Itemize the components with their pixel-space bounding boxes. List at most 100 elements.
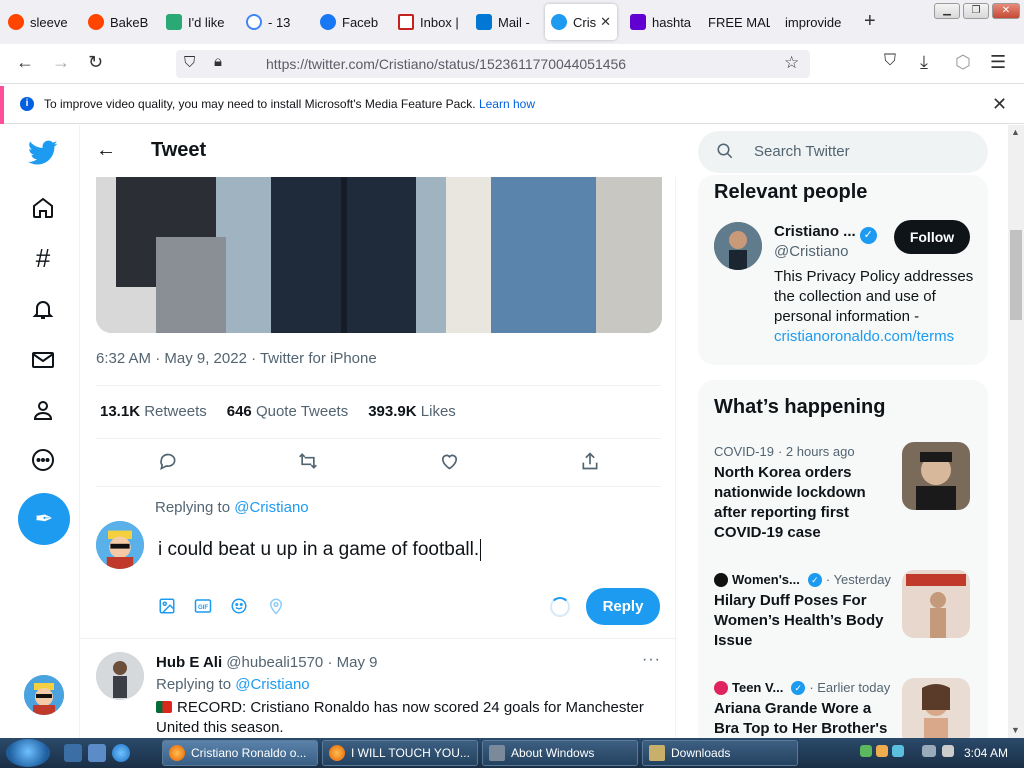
- taskbar-item-about-windows[interactable]: About Windows: [482, 740, 638, 766]
- more-options-icon[interactable]: [26, 443, 60, 477]
- page-scrollbar[interactable]: ▲ ▼: [1008, 125, 1024, 738]
- scroll-up-icon[interactable]: ▲: [1011, 127, 1020, 137]
- scroll-down-icon[interactable]: ▼: [1011, 725, 1020, 735]
- bookmark-star-icon[interactable]: ☆: [784, 53, 799, 73]
- reload-icon[interactable]: ↻: [88, 52, 103, 73]
- downloads-icon[interactable]: ⤓: [920, 52, 928, 73]
- tab-hashtag[interactable]: hashta: [630, 4, 694, 40]
- network-icon[interactable]: [922, 745, 936, 757]
- cristiano-avatar[interactable]: [714, 222, 762, 270]
- reply-button[interactable]: Reply: [586, 588, 660, 625]
- twitter-logo-icon[interactable]: [26, 136, 60, 170]
- tab-mail[interactable]: Mail -: [476, 4, 536, 40]
- tab-facebook[interactable]: Faceb: [320, 4, 382, 40]
- tab-id-like[interactable]: I'd like: [166, 4, 230, 40]
- profile-icon[interactable]: [26, 393, 60, 427]
- tray-app-icon[interactable]: [892, 745, 904, 757]
- scrollbar-thumb[interactable]: [1010, 230, 1022, 320]
- person-bio: This Privacy Policy addresses the collec…: [774, 268, 974, 345]
- location-pin-icon[interactable]: [267, 597, 285, 620]
- reply-author-handle[interactable]: @hubeali1570: [226, 654, 323, 671]
- trend-thumbnail[interactable]: [902, 678, 970, 738]
- start-button[interactable]: [6, 739, 50, 767]
- forward-icon[interactable]: →: [52, 52, 70, 73]
- more-dots-icon[interactable]: ···: [642, 651, 661, 669]
- lock-icon[interactable]: 🔒︎: [214, 53, 222, 70]
- search-input[interactable]: Search Twitter: [698, 131, 988, 173]
- retweets-stat[interactable]: 13.1K Retweets: [100, 403, 207, 420]
- person-handle[interactable]: @Cristiano: [774, 243, 848, 260]
- taskbar-item-downloads[interactable]: Downloads: [642, 740, 798, 766]
- explorer-icon[interactable]: [88, 744, 106, 762]
- reply-tweet[interactable]: Hub E Ali @hubeali1570 · May 9 ··· Reply…: [80, 638, 677, 738]
- tweet-timestamp[interactable]: 6:32 AM · May 9, 2022 · Twitter for iPho…: [96, 350, 377, 367]
- quote-tweets-stat[interactable]: 646 Quote Tweets: [227, 403, 348, 420]
- likes-stat[interactable]: 393.9K Likes: [368, 403, 456, 420]
- tab-cristiano[interactable]: Cris ✕: [545, 4, 617, 40]
- tab-inbox[interactable]: Inbox |: [398, 4, 460, 40]
- shield-icon[interactable]: ⛉: [184, 54, 195, 71]
- menu-icon[interactable]: ☰: [990, 52, 1006, 73]
- cartoon-avatar-icon: [24, 675, 64, 715]
- home-icon[interactable]: [26, 191, 60, 225]
- emoji-icon[interactable]: [230, 597, 248, 620]
- reply-author-name[interactable]: Hub E Ali: [156, 654, 222, 671]
- internet-explorer-icon[interactable]: [112, 744, 130, 762]
- reply-textbox[interactable]: i could beat u up in a game of football.: [158, 539, 482, 561]
- search-icon: [716, 142, 734, 165]
- mention-link[interactable]: @Cristiano: [235, 676, 309, 693]
- tray-search-icon[interactable]: [876, 745, 888, 757]
- trend-item[interactable]: COVID-19 · 2 hours ago North Korea order…: [714, 444, 894, 543]
- reddit-icon: [88, 14, 104, 30]
- tab-bakeb[interactable]: BakeB: [88, 4, 148, 40]
- reply-icon[interactable]: [158, 451, 178, 476]
- trend-thumbnail[interactable]: [902, 442, 970, 510]
- taskbar-item-firefox-2[interactable]: I WILL TOUCH YOU...: [322, 740, 478, 766]
- close-tab-icon[interactable]: ✕: [600, 14, 611, 30]
- taskbar-clock[interactable]: 3:04 AM: [964, 746, 1008, 760]
- show-desktop-icon[interactable]: [64, 744, 82, 762]
- tab-google[interactable]: - 13: [246, 4, 304, 40]
- gif-icon[interactable]: GIF: [194, 597, 212, 620]
- close-notification-icon[interactable]: ✕: [992, 94, 1007, 115]
- composer-avatar[interactable]: [96, 521, 144, 569]
- tray-app-icon[interactable]: [860, 745, 872, 757]
- reply-date[interactable]: · May 9: [327, 654, 377, 671]
- share-icon[interactable]: [580, 451, 600, 476]
- character-count-ring: [550, 597, 570, 617]
- maximize-button[interactable]: ❐: [963, 3, 989, 19]
- tab-improvide[interactable]: improvide: [785, 4, 847, 40]
- volume-muted-icon[interactable]: [942, 745, 954, 757]
- new-tab-icon[interactable]: +: [864, 10, 876, 33]
- trend-item[interactable]: Women's... ✓ · Yesterday Hilary Duff Pos…: [714, 572, 894, 651]
- pocket-icon[interactable]: ⛉: [884, 52, 896, 70]
- explore-hashtag-icon[interactable]: #: [26, 241, 60, 275]
- trend-thumbnail[interactable]: [902, 570, 970, 638]
- compose-tweet-button[interactable]: ✒: [18, 493, 70, 545]
- learn-how-link[interactable]: Learn how: [479, 97, 535, 111]
- close-window-button[interactable]: ✕: [992, 3, 1020, 19]
- tab-free-mal[interactable]: FREE MAL: [708, 4, 770, 40]
- follow-button[interactable]: Follow: [894, 220, 970, 254]
- notifications-bell-icon[interactable]: [26, 292, 60, 326]
- extensions-icon[interactable]: ⬡: [955, 52, 971, 73]
- back-icon[interactable]: ←: [16, 52, 34, 73]
- taskbar-item-firefox[interactable]: Cristiano Ronaldo o...: [162, 740, 318, 766]
- tweet-media-image[interactable]: [96, 177, 662, 333]
- minimize-button[interactable]: ▁: [934, 3, 960, 19]
- tab-label: FREE MAL: [708, 14, 770, 30]
- person-name[interactable]: Cristiano ... ✓: [774, 223, 877, 244]
- mention-link[interactable]: @Cristiano: [234, 499, 308, 516]
- bio-link[interactable]: cristianoronaldo.com/terms: [774, 328, 954, 345]
- reply-author-avatar[interactable]: [96, 652, 144, 700]
- tab-sleeve[interactable]: sleeve: [8, 4, 72, 40]
- trend-item[interactable]: Teen V... ✓ · Earlier today Ariana Grand…: [714, 680, 894, 738]
- text-caret: [480, 539, 482, 561]
- media-image-icon[interactable]: [158, 597, 176, 620]
- address-bar[interactable]: ⛉ 🔒︎ https://twitter.com/Cristiano/statu…: [176, 50, 810, 78]
- account-avatar[interactable]: [24, 675, 64, 715]
- retweet-icon[interactable]: [297, 451, 319, 476]
- messages-envelope-icon[interactable]: [26, 343, 60, 377]
- like-heart-icon[interactable]: [439, 451, 460, 476]
- back-arrow-icon[interactable]: ←: [96, 139, 116, 162]
